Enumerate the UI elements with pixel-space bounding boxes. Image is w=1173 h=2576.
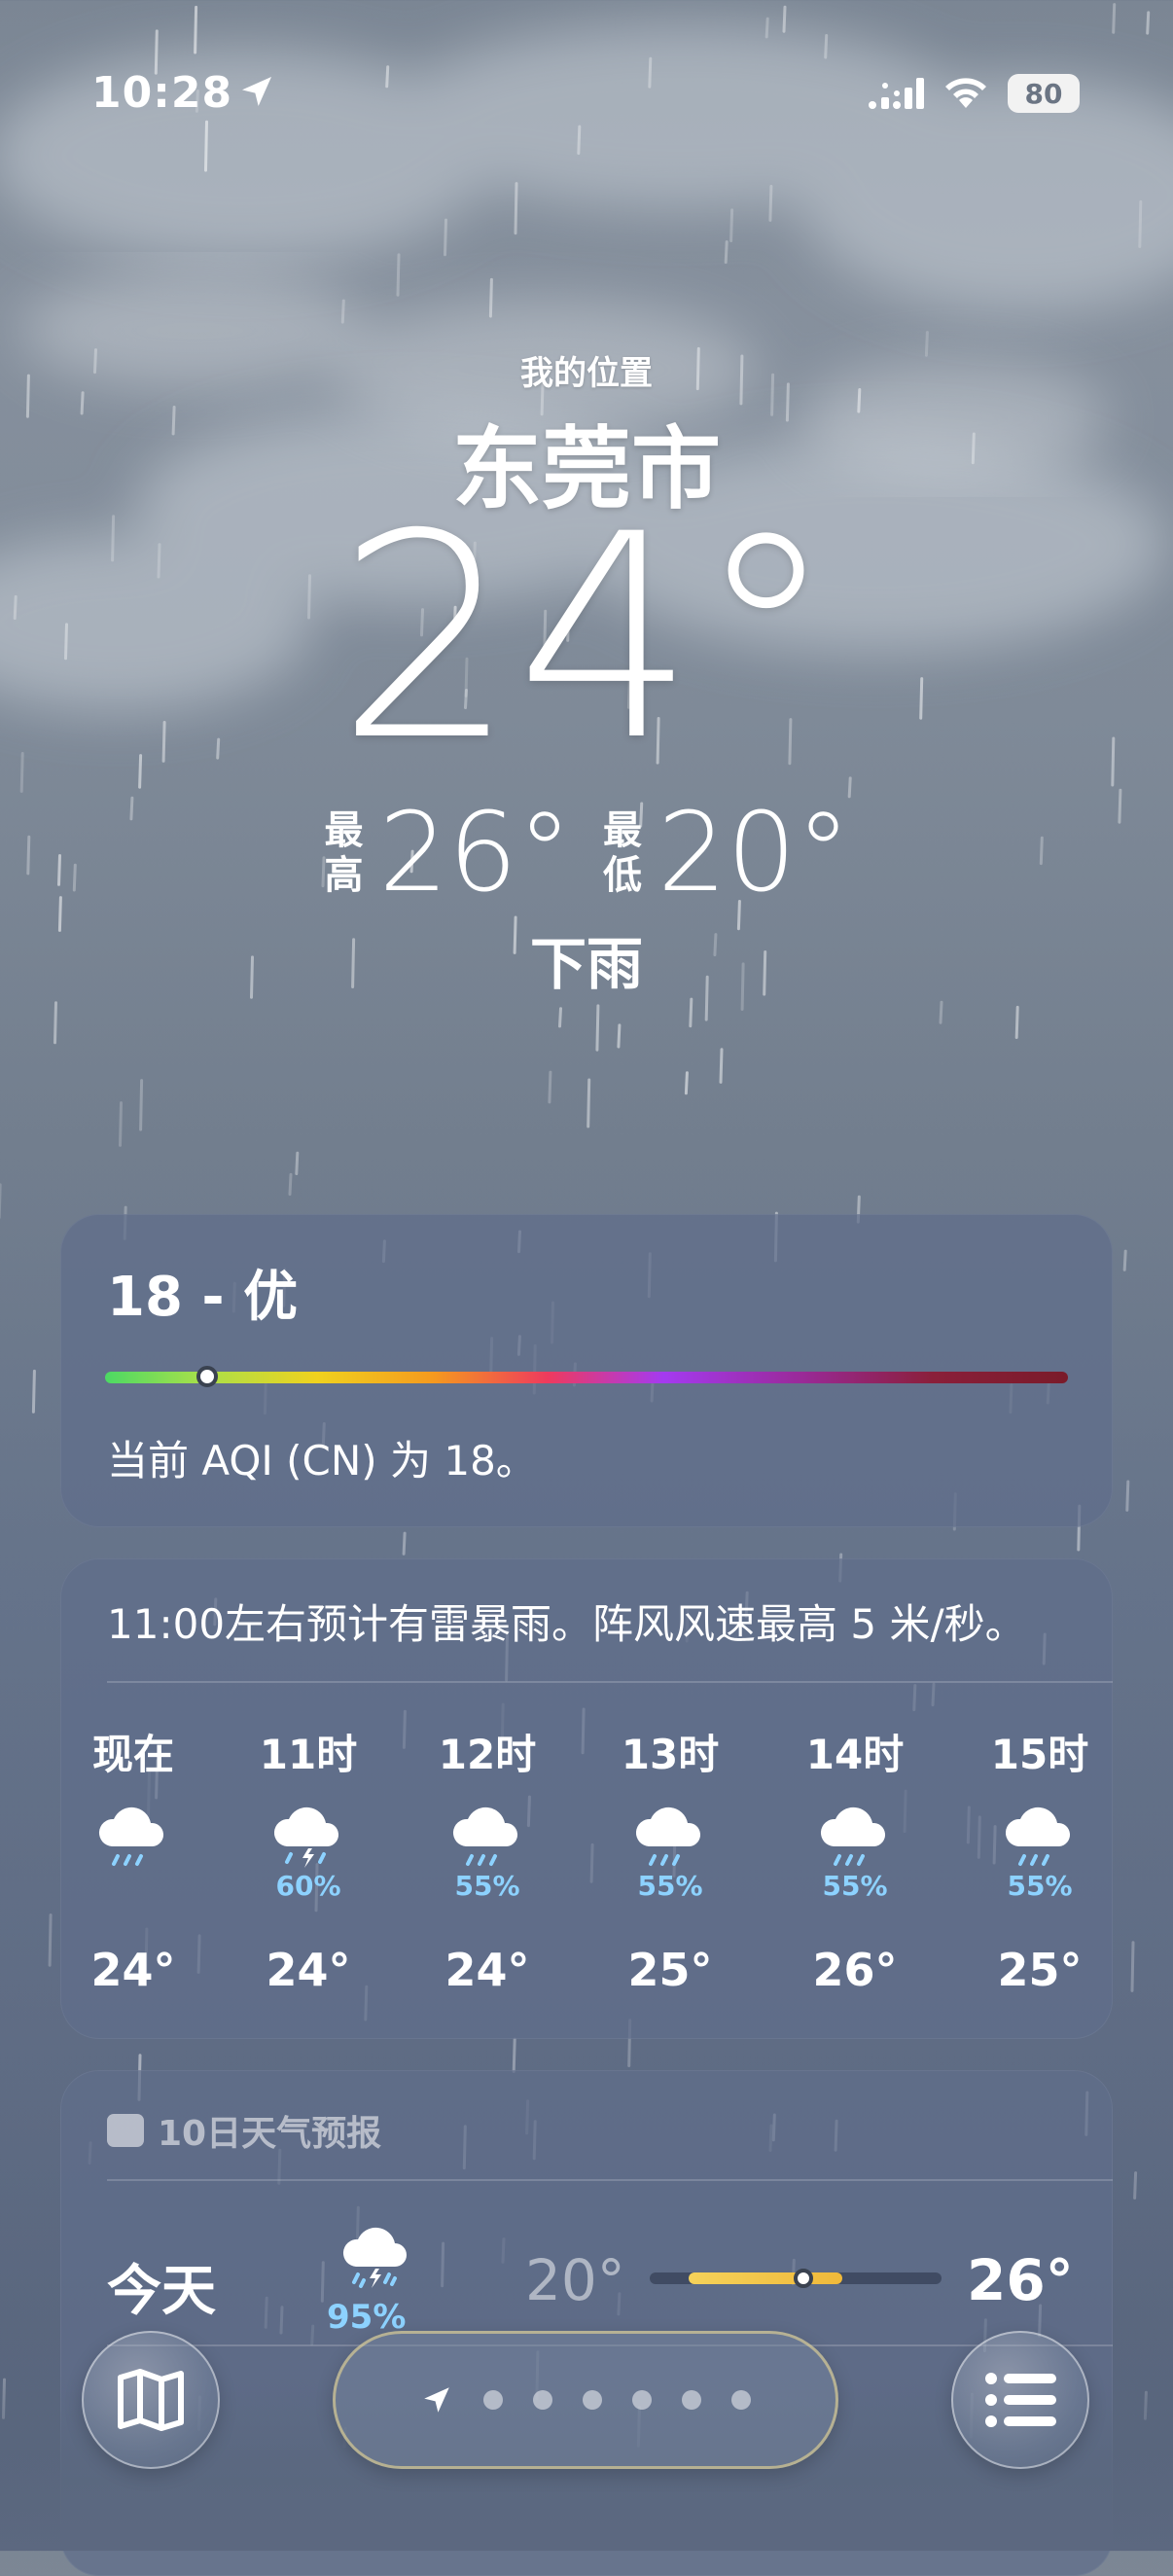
- daily-header: 10日天气预报: [107, 2105, 381, 2156]
- cloud-rain-icon: [1001, 1806, 1079, 1878]
- precip-prob: 55%: [597, 1870, 743, 1903]
- daily-row[interactable]: 今天 95% 20° 26°: [60, 2191, 1113, 2337]
- low-label: 最低: [601, 808, 644, 898]
- location-arrow-icon: [237, 72, 276, 111]
- daily-high: 26°: [967, 2247, 1074, 2313]
- map-icon: [117, 2368, 185, 2432]
- status-icons: 80: [868, 74, 1080, 113]
- divider: [107, 1681, 1113, 1683]
- high-low: 最高 26° 最低 20°: [0, 790, 1173, 916]
- precip-prob: [60, 1870, 206, 1903]
- page-indicator[interactable]: [333, 2331, 838, 2469]
- precip-prob: 55%: [967, 1870, 1113, 1903]
- page-dot[interactable]: [632, 2390, 652, 2410]
- hour-label: 15时: [967, 1722, 1113, 1772]
- aqi-description: 当前 AQI (CN) 为 18。: [107, 1428, 537, 1487]
- hour-label: 14时: [782, 1722, 928, 1772]
- high-label: 最高: [322, 808, 365, 898]
- low-value: 20°: [658, 790, 851, 916]
- current-temperature: 24°: [0, 498, 1173, 780]
- page-dot[interactable]: [533, 2390, 552, 2410]
- hourly-summary: 11:00左右预计有雷暴雨。阵风风速最高 5 米/秒。: [107, 1592, 1026, 1651]
- cloud-bolt-rain-icon: [337, 2224, 414, 2296]
- aqi-title: 18 - 优: [107, 1253, 298, 1332]
- hourly-item: 11时 60% 24°: [235, 1722, 381, 1996]
- cloud-rain-icon: [448, 1806, 526, 1878]
- daily-day: 今天: [107, 2247, 216, 2326]
- cellular-signal-icon: [868, 76, 924, 111]
- hour-label: 11时: [235, 1722, 381, 1772]
- daily-header-label: 10日天气预报: [158, 2105, 381, 2156]
- battery-icon: 80: [1008, 74, 1080, 113]
- hour-temp: 25°: [597, 1944, 743, 1996]
- hourly-item: 14时 55% 26°: [782, 1722, 928, 1996]
- current-temp-marker: [794, 2269, 813, 2288]
- hour-temp: 24°: [235, 1944, 381, 1996]
- hourly-item: 13时 55% 25°: [597, 1722, 743, 1996]
- page-dot[interactable]: [483, 2390, 503, 2410]
- precip-prob: 55%: [414, 1870, 560, 1903]
- hour-temp: 24°: [60, 1944, 206, 1996]
- daily-forecast-card[interactable]: 10日天气预报 今天 95% 20° 26°: [60, 2070, 1113, 2576]
- hourly-forecast-card[interactable]: 11:00左右预计有雷暴雨。阵风风速最高 5 米/秒。 现在 24° 11时 60% 2…: [60, 1558, 1113, 2039]
- status-time: 10:28: [91, 68, 232, 118]
- cloud-bolt-rain-icon: [269, 1806, 347, 1878]
- location-label: 我的位置: [0, 346, 1173, 394]
- list-icon: [984, 2371, 1056, 2429]
- hourly-item: 现在 24°: [60, 1722, 206, 1996]
- page-dot[interactable]: [682, 2390, 701, 2410]
- precip-prob: 60%: [235, 1870, 381, 1903]
- hour-label: 13时: [597, 1722, 743, 1772]
- aqi-scale-bar: [105, 1372, 1068, 1383]
- hour-temp: 24°: [414, 1944, 560, 1996]
- hour-temp: 26°: [782, 1944, 928, 1996]
- high-value: 26°: [378, 790, 572, 916]
- cloud-rain-icon: [94, 1806, 172, 1878]
- location-arrow-icon: [420, 2383, 453, 2416]
- hour-label: 现在: [60, 1722, 206, 1772]
- calendar-icon: [107, 2114, 144, 2147]
- divider: [107, 2179, 1113, 2181]
- map-button[interactable]: [82, 2331, 220, 2469]
- hourly-item: 12时 55% 24°: [414, 1722, 560, 1996]
- page-dot[interactable]: [731, 2390, 751, 2410]
- cloud-rain-icon: [816, 1806, 894, 1878]
- hourly-item: 15时 55% 25°: [967, 1722, 1113, 1996]
- list-button[interactable]: [951, 2331, 1089, 2469]
- wifi-icon: [942, 75, 990, 112]
- aqi-indicator: [196, 1366, 218, 1387]
- hour-temp: 25°: [967, 1944, 1113, 1996]
- temp-range-fill: [689, 2272, 842, 2284]
- daily-low: 20°: [525, 2247, 625, 2313]
- condition-text: 下雨: [0, 918, 1173, 1000]
- aqi-card[interactable]: 18 - 优 当前 AQI (CN) 为 18。: [60, 1214, 1113, 1527]
- temp-range-bar: [650, 2272, 942, 2284]
- page-dot[interactable]: [583, 2390, 602, 2410]
- cloud-rain-icon: [631, 1806, 709, 1878]
- hour-label: 12时: [414, 1722, 560, 1772]
- precip-prob: 55%: [782, 1870, 928, 1903]
- status-bar: 10:28 80: [0, 68, 1173, 126]
